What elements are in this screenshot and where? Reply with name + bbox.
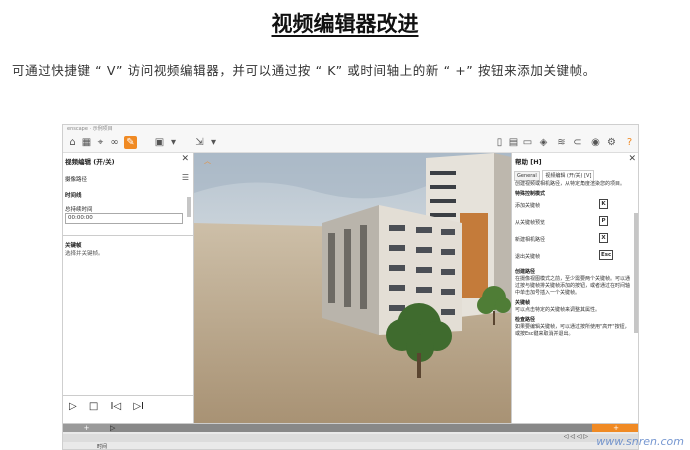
add-keyframe-button[interactable]: + [592,424,638,432]
app-title: enscape · 示例项目 [63,125,638,133]
shortcut-label: 添加关键帧 [515,203,541,209]
shortcut-key: K [599,199,608,209]
create-path-text: 在摄像视图模式之前，至少需要两个关键帧。可以通过按与键帧排关键帧添加的按钮，或者… [515,276,631,296]
close-icon[interactable]: ✕ [628,154,636,164]
keyframe-text: 可以点击特定的关键帧来调整其属性。 [515,307,601,313]
stop-button[interactable]: □ [89,401,98,412]
shortcut-row: 添加关键帧 K [515,198,633,215]
help-intro: 创建视频或相机路径，从特定角度渲染您的项目。 [515,181,626,187]
edit-path-text: 如果要编辑关键帧，可以通过按所使用"高开"按钮，或按Esc键来取消并退出。 [515,324,630,337]
help-tabs: General 视频编辑 (开/关) [V] [514,170,595,181]
shortcuts-heading: 特殊控制模式 [515,191,546,197]
image-icon[interactable]: ▤ [507,136,520,149]
timeline-ruler[interactable] [63,434,638,442]
tab-video-editor[interactable]: 视频编辑 (开/关) [V] [542,170,595,181]
shortcut-label: 退出关键帧 [515,254,541,260]
watermark: www.snren.com [596,435,684,448]
timeline: + ▷ + ◁ ◁ ◁ ▷ 时间 [63,423,638,450]
app-screenshot: enscape · 示例项目 ⌂ ▦ ⌖ ∞ ✎ ▣ ▾ ⇲ ▾ ▯ ▤ ▭ ◈… [62,124,639,450]
grid-icon[interactable]: ▦ [80,136,93,149]
binoculars-icon[interactable]: ∞ [108,136,121,149]
shortcut-label: 新建相机路径 [515,237,546,243]
tab-camera-path[interactable]: 摄像路径 [65,175,87,183]
help-icon[interactable]: ? [623,136,636,149]
eye-icon[interactable]: ◉ [589,136,602,149]
layers-icon[interactable]: ≋ [555,136,568,149]
library-icon[interactable]: ▯ [493,136,506,149]
duration-field[interactable]: 00:00:00 [65,213,183,224]
shortcut-key: Esc [599,250,614,260]
shortcut-key: P [599,216,608,226]
divider [63,235,194,236]
help-panel: 帮助 [H] ✕ General 视频编辑 (开/关) [V] 创建视频或相机路… [511,153,638,423]
scrollbar[interactable] [187,197,191,217]
next-keyframe-button[interactable]: ▷I [133,401,144,412]
play-button[interactable]: ▷ [69,401,77,412]
duration-label: 总持续时间 [65,207,93,213]
home-icon[interactable]: ⌂ [66,136,79,149]
help-content: 创建视频或相机路径，从特定角度渲染您的项目。 特殊控制模式 添加关键帧 K 从关… [515,181,633,338]
close-icon[interactable]: ✕ [181,154,189,164]
playback-controls: ▷ □ I◁ ▷I [69,401,153,412]
panel-title: 视频编辑 (开/关) [65,158,115,166]
scene-render: ︿ [194,153,511,423]
divider [63,395,194,396]
export-icon[interactable]: ⇲ [193,136,206,149]
keyframe-hint: 选择并关键帧。 [65,251,104,257]
render-viewport[interactable]: ︿ [194,153,511,423]
shortcut-key: X [599,233,608,243]
scrollbar[interactable] [634,213,638,333]
chevron-down-icon[interactable]: ▾ [167,136,180,149]
video-editor-icon[interactable]: ✎ [124,136,137,149]
collapse-icon: ︿ [204,157,211,165]
video-editor-panel: 视频编辑 (开/关) ✕ 摄像路径 ☰ 时间线 总持续时间 00:00:00 关… [63,153,194,423]
toolbar: ⌂ ▦ ⌖ ∞ ✎ ▣ ▾ ⇲ ▾ ▯ ▤ ▭ ◈ ≋ ⊂ ◉ ⚙ ? [63,133,638,153]
shortcut-row: 退出关键帧 Esc [515,249,633,266]
previous-keyframe-button[interactable]: I◁ [111,401,122,412]
edit-path-heading: 检查路径 [515,317,536,323]
link-icon[interactable]: ⊂ [571,136,584,149]
screenshot-icon[interactable]: ▣ [153,136,166,149]
chevron-down-icon[interactable]: ▾ [207,136,220,149]
create-path-heading: 创建路径 [515,269,536,275]
timeline-row-label: 时间 [97,444,108,450]
playhead-icon[interactable]: ▷ [110,424,115,432]
section-timeline: 时间线 [65,193,82,199]
menu-icon[interactable]: ☰ [182,173,189,182]
timeline-nav[interactable]: ◁ ◁ ◁ ▷ [564,433,588,440]
help-title: 帮助 [H] [515,158,542,166]
page-title: 视频编辑器改进 [271,11,419,36]
shortcut-row: 新建相机路径 X [515,232,633,249]
add-keyframe-button-left[interactable]: + [63,424,110,432]
tab-general[interactable]: General [514,171,540,181]
body-paragraph: 可通过快捷键 “ V” 访问视频编辑器，并可以通过按 “ K” 或时间轴上的新 … [12,63,596,78]
compass-icon[interactable]: ◈ [537,136,550,149]
gear-icon[interactable]: ⚙ [605,136,618,149]
timeline-track[interactable] [63,424,638,432]
shortcut-label: 从关键帧预览 [515,220,546,226]
shortcut-row: 从关键帧预览 P [515,215,633,232]
monitor-icon[interactable]: ▭ [521,136,534,149]
map-icon[interactable]: ⌖ [94,136,107,149]
keyframe-heading: 关键帧 [515,300,531,306]
section-keyframe: 关键帧 [65,243,82,249]
